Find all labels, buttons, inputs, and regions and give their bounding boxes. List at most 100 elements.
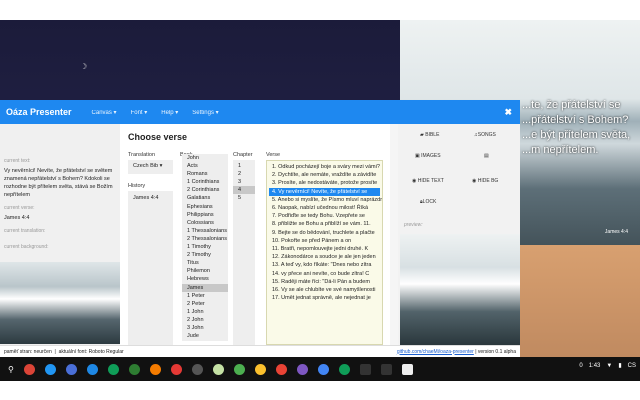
sheets-icon[interactable] <box>338 363 350 375</box>
github-link[interactable]: github.com/chaeMi/oaza-presenter <box>397 349 474 355</box>
verse-item[interactable]: 3. Prosíte, ale nedostáváte, protože pro… <box>269 179 380 187</box>
window-button[interactable]: ▤ <box>484 153 489 159</box>
verse-item[interactable]: 5. Anebo si myslíte, že Písmo mluví napr… <box>269 196 382 204</box>
book-item[interactable]: 2 Peter <box>182 300 228 308</box>
chapter-item[interactable]: 3 <box>233 178 255 186</box>
book-item[interactable]: 2 Timothy <box>182 251 228 259</box>
menu-settings[interactable]: Settings ▾ <box>192 109 218 116</box>
book-item[interactable]: Philemon <box>182 267 228 275</box>
book-item[interactable]: Galatians <box>182 194 228 202</box>
songs-button[interactable]: ♫SONGS <box>474 132 496 138</box>
book-item[interactable]: Philippians <box>182 211 228 219</box>
verse-item[interactable]: 17. Umět jednat správně, ale nejednat je <box>269 294 380 302</box>
history-list[interactable]: James 4:4 <box>128 191 173 345</box>
eye-slash-icon: ◉ <box>472 178 477 184</box>
verse-item[interactable]: 10. Pokořte se před Pánem a on <box>269 237 380 245</box>
chapter-item[interactable]: 5 <box>233 194 255 202</box>
book-item[interactable]: Titus <box>182 259 228 267</box>
youtube-icon[interactable] <box>170 363 182 375</box>
messenger-icon[interactable] <box>86 363 98 375</box>
close-icon[interactable]: ✖ <box>504 107 512 118</box>
book-item[interactable]: Acts <box>182 162 228 170</box>
history-item[interactable]: James 4:4 <box>128 194 173 202</box>
book-item[interactable]: Ephesians <box>182 203 228 211</box>
verse-item[interactable]: 1. Odkud pocházejí boje a sváry mezi vám… <box>269 163 380 171</box>
webstore-icon[interactable] <box>275 363 287 375</box>
camera-icon[interactable] <box>191 363 203 375</box>
book-item[interactable]: James <box>182 283 228 292</box>
current-verse-label: current verse: <box>4 205 35 211</box>
verse-item[interactable]: 6. Naopak, nabízí učednou milost! Říká <box>269 204 380 212</box>
app-brand[interactable]: Oáza Presenter <box>6 107 72 117</box>
lock-label: LOCK <box>422 199 437 205</box>
maps-icon[interactable] <box>233 363 245 375</box>
menu-canvas[interactable]: Canvas ▾ <box>92 109 117 116</box>
menu-font[interactable]: Font ▾ <box>131 109 148 116</box>
hide-bg-button[interactable]: ◉ HIDE BG <box>472 178 498 184</box>
book-item[interactable]: 1 John <box>182 308 228 316</box>
book-item[interactable]: Hebrews <box>182 275 228 283</box>
menu-help[interactable]: Help ▾ <box>161 109 178 116</box>
version: | version 0.1 alpha <box>475 348 516 355</box>
book-item[interactable]: Jude <box>182 332 228 340</box>
book-item[interactable]: Colossians <box>182 219 228 227</box>
translation-value: Czech Bib <box>133 163 159 169</box>
book-item[interactable]: 1 Timothy <box>182 243 228 251</box>
font-status: aktuální font: Roboto Regular <box>58 348 124 355</box>
verse-item[interactable]: 12. Zákonodárce a soudce je ale jen jede… <box>269 253 380 261</box>
book-item[interactable]: 2 Thessalonians <box>182 235 228 243</box>
verse-item[interactable]: 15. Raději máte říci: "Dá-li Pán a budem <box>269 278 380 286</box>
oaza-presenter-icon[interactable] <box>401 363 413 375</box>
verse-item[interactable]: 11. Bratři, nepomlouvejte jedni druhé. K <box>269 245 380 253</box>
verse-list[interactable]: 1. Odkud pocházejí boje a sváry mezi vám… <box>266 160 383 345</box>
user-initials: CS <box>627 362 636 369</box>
docs-icon[interactable] <box>317 363 329 375</box>
chrome-icon[interactable] <box>23 363 35 375</box>
sheets-app-icon[interactable] <box>128 363 140 375</box>
bible-button[interactable]: ▰ BIBLE <box>420 132 439 138</box>
keep-icon[interactable] <box>254 363 266 375</box>
verse-item[interactable]: 4. Vy nevěrníci! Nevíte, že přátelství s… <box>269 187 380 196</box>
system-tray[interactable]: 0 1:43 ▼ ▮ CS <box>579 362 636 370</box>
verse-item[interactable]: 8. přibližte se Bohu a přiblíží se vám. … <box>269 220 380 228</box>
lock-button[interactable]: 🔒︎LOCK <box>420 199 436 205</box>
chapter-list[interactable]: 12345 <box>233 160 255 345</box>
mail-icon[interactable] <box>65 363 77 375</box>
book-item[interactable]: Revelation <box>182 340 228 341</box>
verse-item[interactable]: 16. Vy se ale chlubíte ve své namyšlenos… <box>269 286 380 294</box>
shell-icon[interactable] <box>380 363 392 375</box>
verse-item[interactable]: 2. Dychtíte, ale nemáte, vraždíte a závi… <box>269 171 380 179</box>
chapter-item[interactable]: 2 <box>233 170 255 178</box>
book-list[interactable]: John Acts Romans 1 Corinthians 2 Corinthians… <box>182 154 228 341</box>
book-item[interactable]: 1 Peter <box>182 292 228 300</box>
files-icon[interactable] <box>44 363 56 375</box>
hide-text-button[interactable]: ◉ HIDE TEXT <box>412 178 444 184</box>
verse-item[interactable]: 13. A teď vy, kdo říkáte: "Dnes nebo zít… <box>269 261 380 269</box>
chapter-item[interactable]: 1 <box>233 162 255 170</box>
search-icon[interactable]: ⚲ <box>8 365 14 374</box>
verse-item[interactable]: 7. Podřiďte se tedy Bohu. Vzepřete se <box>269 212 380 220</box>
verse-item[interactable]: 9. Bejte se do bědování, truchlete a pla… <box>269 229 380 237</box>
verse-item[interactable]: 14. vy přece ani nevíte, co bude zítra! … <box>269 270 380 278</box>
images-button[interactable]: ▣ IMAGES <box>415 153 441 159</box>
taskbar: ⚲ 0 1:43 ▼ ▮ CS <box>0 357 640 381</box>
hangouts-icon[interactable] <box>107 363 119 375</box>
book-item[interactable]: 1 Corinthians <box>182 178 228 186</box>
translation-label: Translation <box>128 152 156 158</box>
book-item[interactable]: Romans <box>182 170 228 178</box>
book-item[interactable]: 1 Thessalonians <box>182 227 228 235</box>
image-icon: ▣ <box>415 153 420 159</box>
app-icon[interactable] <box>212 363 224 375</box>
music-app-icon[interactable] <box>149 363 161 375</box>
chapter-item[interactable]: 4 <box>233 186 255 195</box>
terminal-icon[interactable] <box>359 363 371 375</box>
book-item[interactable]: 2 John <box>182 316 228 324</box>
app2-icon[interactable] <box>296 363 308 375</box>
projection-reference: James 4:4 <box>604 229 628 235</box>
book-item[interactable]: 3 John <box>182 324 228 332</box>
book-item[interactable]: John <box>182 154 228 162</box>
notification-badge[interactable]: 0 <box>579 363 582 369</box>
book-item[interactable]: 2 Corinthians <box>182 186 228 194</box>
translation-select[interactable]: Czech Bib ▾ <box>128 160 173 174</box>
chooser-title: Choose verse <box>128 132 188 142</box>
